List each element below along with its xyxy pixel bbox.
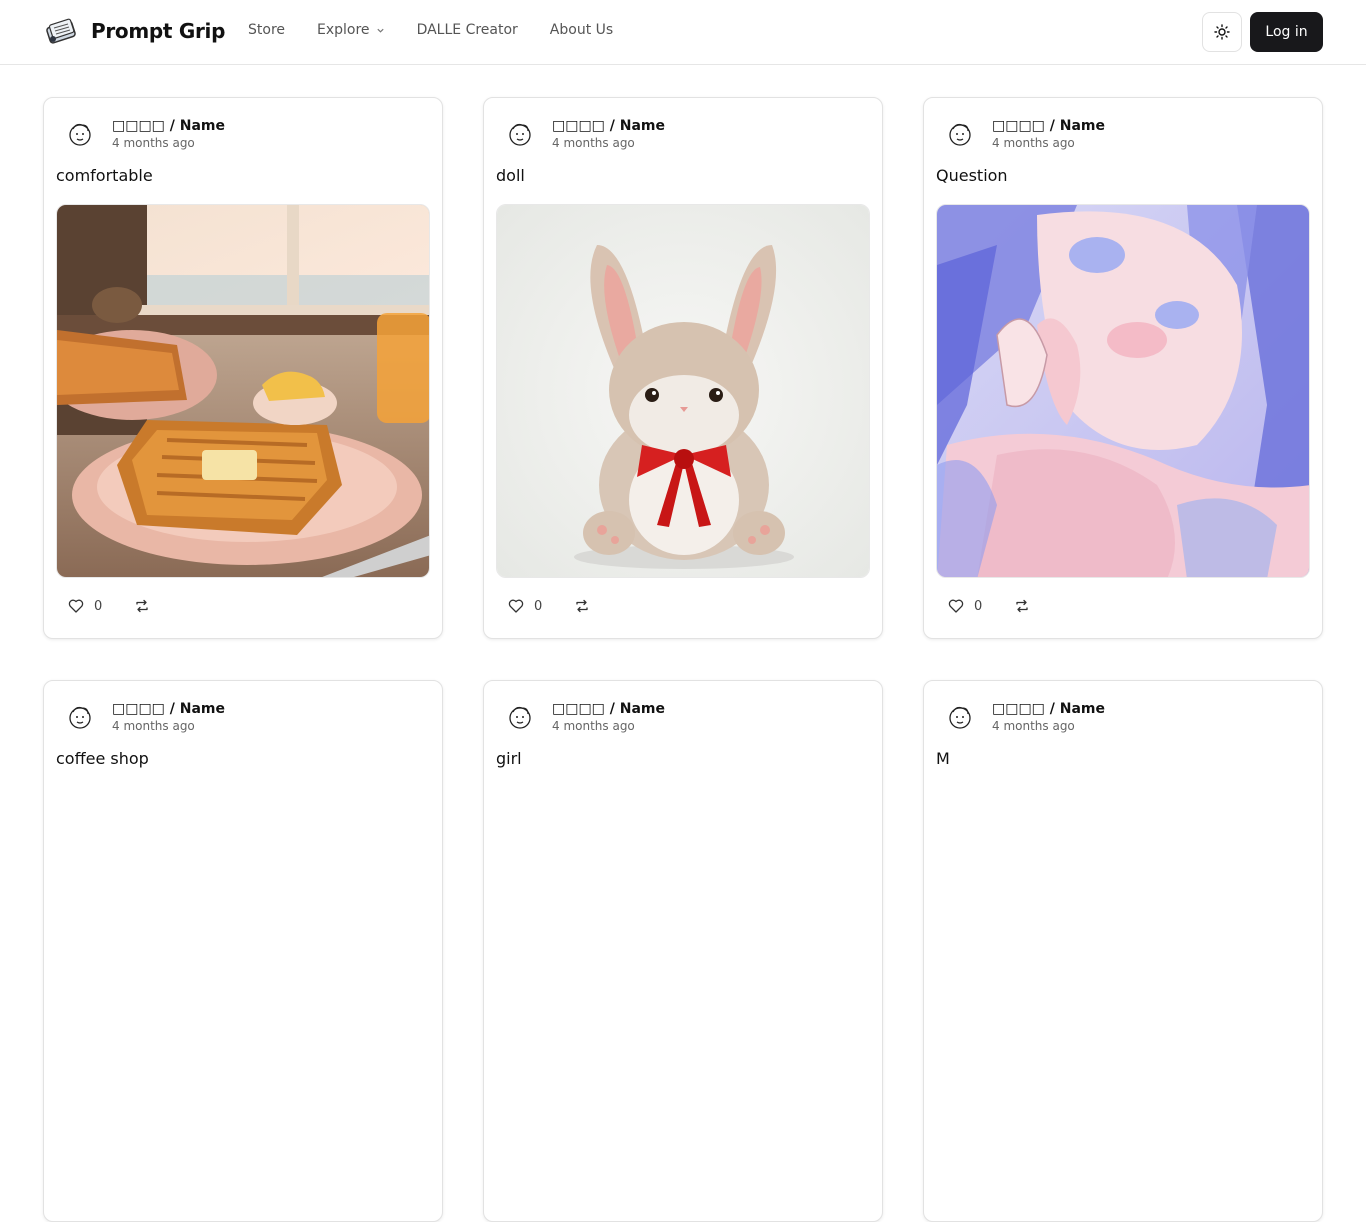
toast-breakfast-image (57, 205, 429, 577)
brand-name: Prompt Grip (91, 19, 226, 43)
heart-icon[interactable] (508, 598, 524, 614)
post-title: Question (936, 166, 1008, 185)
post-card[interactable]: □□□□ / Name 4 months ago coffee shop (43, 680, 443, 1222)
theme-toggle-button[interactable] (1202, 12, 1242, 52)
avatar-face-icon (509, 706, 531, 729)
sun-icon (1214, 24, 1230, 40)
post-title: doll (496, 166, 525, 185)
avatar-face-icon (509, 123, 531, 146)
post-title: comfortable (56, 166, 153, 185)
avatar-face-icon (69, 706, 91, 729)
author-name[interactable]: □□□□ / Name (992, 117, 1105, 135)
brand-logo-icon (46, 18, 76, 44)
post-grid: □□□□ / Name 4 months ago comfortable 0 □… (43, 97, 1323, 1222)
main-nav: Store Explore DALLE Creator About Us (248, 22, 613, 38)
author-name[interactable]: □□□□ / Name (112, 117, 225, 135)
post-image[interactable] (496, 204, 870, 578)
nav-dalle-creator[interactable]: DALLE Creator (417, 22, 518, 38)
post-header: □□□□ / Name 4 months ago (502, 116, 665, 152)
avatar[interactable] (62, 116, 98, 152)
nav-explore-label: Explore (317, 22, 370, 38)
like-count: 0 (974, 598, 983, 614)
nav-explore[interactable]: Explore (317, 22, 385, 38)
author-name[interactable]: □□□□ / Name (992, 700, 1105, 718)
post-time: 4 months ago (112, 136, 195, 150)
avatar[interactable] (502, 116, 538, 152)
like-count: 0 (94, 598, 103, 614)
post-card[interactable]: □□□□ / Name 4 months ago Question 0 (923, 97, 1323, 639)
post-card[interactable]: □□□□ / Name 4 months ago M (923, 680, 1323, 1222)
avatar-face-icon (949, 706, 971, 729)
post-actions: 0 (508, 598, 590, 614)
post-time: 4 months ago (112, 719, 195, 733)
author-name[interactable]: □□□□ / Name (552, 117, 665, 135)
post-time: 4 months ago (992, 719, 1075, 733)
post-card[interactable]: □□□□ / Name 4 months ago girl (483, 680, 883, 1222)
post-actions: 0 (948, 598, 1030, 614)
post-image[interactable] (56, 204, 430, 578)
heart-icon[interactable] (68, 598, 84, 614)
post-title: M (936, 749, 950, 768)
brand-link[interactable]: Prompt Grip (45, 14, 225, 48)
post-card[interactable]: □□□□ / Name 4 months ago comfortable 0 (43, 97, 443, 639)
post-header: □□□□ / Name 4 months ago (62, 116, 225, 152)
post-header: □□□□ / Name 4 months ago (502, 699, 665, 735)
avatar[interactable] (942, 699, 978, 735)
post-header: □□□□ / Name 4 months ago (942, 116, 1105, 152)
author-name[interactable]: □□□□ / Name (112, 700, 225, 718)
avatar-face-icon (949, 123, 971, 146)
author-name[interactable]: □□□□ / Name (552, 700, 665, 718)
heart-icon[interactable] (948, 598, 964, 614)
like-count: 0 (534, 598, 543, 614)
post-time: 4 months ago (552, 136, 635, 150)
plush-bunny-image (497, 205, 869, 577)
top-navbar: Prompt Grip Store Explore DALLE Creator … (0, 0, 1366, 65)
repost-icon[interactable] (574, 598, 590, 614)
post-time: 4 months ago (552, 719, 635, 733)
post-title: coffee shop (56, 749, 149, 768)
post-image[interactable] (936, 204, 1310, 578)
avatar-face-icon (69, 123, 91, 146)
chevron-down-icon (376, 28, 384, 33)
nav-about-us[interactable]: About Us (550, 22, 613, 38)
post-title: girl (496, 749, 522, 768)
avatar[interactable] (942, 116, 978, 152)
post-card[interactable]: □□□□ / Name 4 months ago doll 0 (483, 97, 883, 639)
post-time: 4 months ago (992, 136, 1075, 150)
repost-icon[interactable] (1014, 598, 1030, 614)
repost-icon[interactable] (134, 598, 150, 614)
post-actions: 0 (68, 598, 150, 614)
post-header: □□□□ / Name 4 months ago (62, 699, 225, 735)
nav-store[interactable]: Store (248, 22, 285, 38)
avatar[interactable] (502, 699, 538, 735)
avatar[interactable] (62, 699, 98, 735)
anime-girl-image (937, 205, 1309, 577)
login-button[interactable]: Log in (1250, 12, 1323, 52)
post-header: □□□□ / Name 4 months ago (942, 699, 1105, 735)
